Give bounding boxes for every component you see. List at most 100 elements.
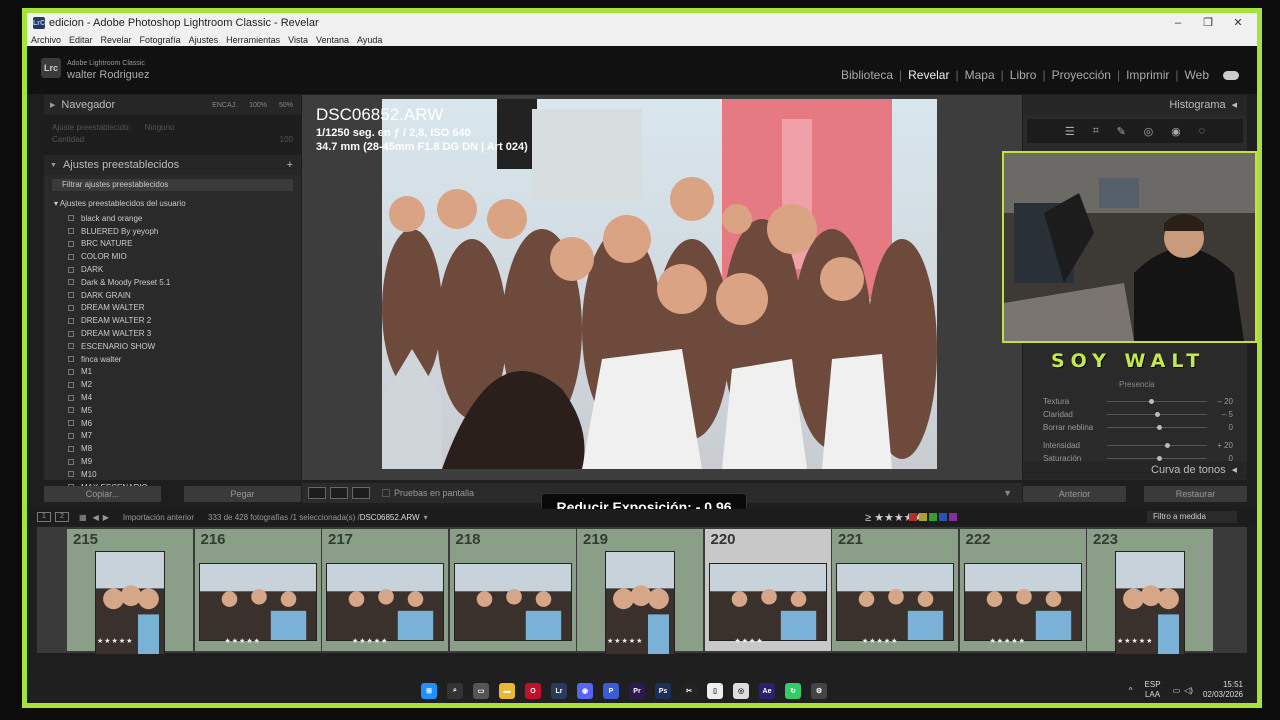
redeye-icon[interactable]: ◎ <box>1144 125 1154 138</box>
source-label[interactable]: Importación anterior <box>123 513 194 522</box>
preset-filter-input[interactable]: Filtrar ajustes preestablecidos <box>52 179 293 191</box>
current-file-label[interactable]: DSC06852.ARW <box>360 513 420 522</box>
filmstrip-cell[interactable]: 223 ★★★★★ <box>1087 529 1213 655</box>
previous-button[interactable]: Anterior <box>1023 486 1126 502</box>
slider-knob[interactable] <box>1155 411 1160 417</box>
preset-item[interactable]: M10 <box>44 468 301 481</box>
app-icon[interactable]: ↻ <box>785 683 801 699</box>
menu-revelar[interactable]: Revelar <box>101 35 132 45</box>
chrome-icon[interactable]: ◎ <box>733 683 749 699</box>
main-photo[interactable] <box>382 99 937 469</box>
menu-fotografia[interactable]: Fotografía <box>140 35 181 45</box>
menu-ventana[interactable]: Ventana <box>316 35 349 45</box>
zoom-100[interactable]: 100% <box>249 102 267 109</box>
tone-curve-header[interactable]: Curva de tonos ◀ <box>1023 461 1247 479</box>
photoshop-icon[interactable]: Ps <box>655 683 671 699</box>
discord-icon[interactable]: ◉ <box>577 683 593 699</box>
filmstrip-cell[interactable]: 222 ★★★★★ <box>959 529 1086 651</box>
search-icon[interactable]: ⌕ <box>447 683 463 699</box>
thumbnail[interactable] <box>836 563 954 641</box>
back-arrow-icon[interactable]: ◀ <box>93 513 99 522</box>
preset-item[interactable]: M8 <box>44 442 301 455</box>
preset-item[interactable]: DARK GRAIN <box>44 289 301 302</box>
slider-row[interactable]: Claridad – 5 <box>1043 408 1233 420</box>
add-preset-button[interactable]: + <box>287 159 293 171</box>
slider-knob[interactable] <box>1157 455 1162 461</box>
slider-track[interactable] <box>1107 442 1207 448</box>
filmstrip-cell[interactable]: 218 <box>449 529 576 651</box>
color-swatch[interactable] <box>919 513 927 521</box>
menu-vista[interactable]: Vista <box>288 35 308 45</box>
module-libro[interactable]: Libro <box>1004 68 1043 82</box>
module-proyeccion[interactable]: Proyección <box>1046 68 1117 82</box>
filmstrip-cell[interactable]: 215 ★★★★★ <box>67 529 193 655</box>
compare-icon[interactable] <box>352 487 370 499</box>
close-button[interactable]: ✕ <box>1223 13 1253 33</box>
filmstrip-cell[interactable]: 219 ★★★★★ <box>577 529 703 655</box>
preset-item[interactable]: finca walter <box>44 353 301 366</box>
remove-icon[interactable]: ◌ <box>1199 125 1206 137</box>
preset-group-user[interactable]: ▾ Ajustes preestablecidos del usuario <box>44 195 301 212</box>
soft-proof-checkbox[interactable] <box>382 489 390 497</box>
premiere-icon[interactable]: Pr <box>629 683 645 699</box>
filmstrip-cell[interactable]: 221 ★★★★★ <box>832 529 958 651</box>
preset-item[interactable]: M2 <box>44 378 301 391</box>
edit-sliders-icon[interactable]: ☰ <box>1065 125 1075 138</box>
filmstrip-cell[interactable]: 220 ★★★★ <box>704 529 831 651</box>
thumbnail[interactable] <box>708 563 827 641</box>
menu-archivo[interactable]: Archivo <box>31 35 61 45</box>
opera-icon[interactable]: O <box>525 683 541 699</box>
capcut-icon[interactable]: ✂ <box>681 683 697 699</box>
paste-button[interactable]: Pegar <box>184 486 301 502</box>
module-mapa[interactable]: Mapa <box>959 68 1001 82</box>
preset-item[interactable]: ESCENARIO SHOW <box>44 340 301 353</box>
menu-herramientas[interactable]: Herramientas <box>226 35 280 45</box>
color-swatch[interactable] <box>949 513 957 521</box>
slider-track[interactable] <box>1107 455 1207 461</box>
cloud-icon[interactable] <box>1223 70 1239 80</box>
grid-icon[interactable]: ▦ <box>79 513 87 522</box>
ps-icon[interactable]: P <box>603 683 619 699</box>
slider-value[interactable]: 0 <box>1213 423 1233 432</box>
aftereffects-icon[interactable]: Ae <box>759 683 775 699</box>
network-icon[interactable]: ▭ <box>1173 686 1181 695</box>
navigator-header[interactable]: ▶ Navegador ENCAJ. 100% 50% <box>44 95 301 115</box>
explorer-icon[interactable]: ▬ <box>499 683 515 699</box>
menu-ayuda[interactable]: Ayuda <box>357 35 382 45</box>
slider-knob[interactable] <box>1157 424 1162 430</box>
color-label-filter[interactable] <box>907 513 957 521</box>
slider-track[interactable] <box>1107 398 1207 404</box>
slider-row[interactable]: Borrar neblina 0 <box>1043 421 1233 433</box>
zoom-50[interactable]: 50% <box>279 102 293 109</box>
preset-item[interactable]: BRC NATURE <box>44 238 301 251</box>
preset-item[interactable]: M9 <box>44 455 301 468</box>
lightroom-icon[interactable]: Lr <box>551 683 567 699</box>
slider-row[interactable]: Textura – 20 <box>1043 395 1233 407</box>
forward-arrow-icon[interactable]: ▶ <box>103 513 109 522</box>
filmstrip-cell[interactable]: 216 ★★★★★ <box>194 529 321 651</box>
histogram-header[interactable]: Histograma ◀ <box>1023 95 1247 115</box>
slider-knob[interactable] <box>1149 398 1154 404</box>
module-biblioteca[interactable]: Biblioteca <box>835 68 899 82</box>
menu-ajustes[interactable]: Ajustes <box>189 35 219 45</box>
filter-dropdown[interactable]: Filtro a medida <box>1147 511 1237 523</box>
preset-item[interactable]: DREAM WALTER 2 <box>44 314 301 327</box>
page-1-button[interactable]: 1 <box>37 512 51 522</box>
slider-value[interactable]: – 5 <box>1213 410 1233 419</box>
thumbnail[interactable] <box>453 563 572 641</box>
chevron-up-icon[interactable]: ^ <box>1129 686 1133 695</box>
dropdown-icon[interactable]: ▾ <box>424 513 428 522</box>
module-web[interactable]: Web <box>1179 68 1215 82</box>
notepad-icon[interactable]: ▯ <box>707 683 723 699</box>
filmstrip-cell[interactable]: 217 ★★★★★ <box>322 529 448 651</box>
preset-item[interactable]: M4 <box>44 391 301 404</box>
settings-icon[interactable]: ⚙ <box>811 683 827 699</box>
thumbnail[interactable] <box>326 563 444 641</box>
preset-item[interactable]: M6 <box>44 417 301 430</box>
masking-icon[interactable]: ◉ <box>1171 125 1181 138</box>
presets-header[interactable]: ▼ Ajustes preestablecidos + <box>44 155 301 175</box>
thumbnail[interactable] <box>198 563 317 641</box>
module-revelar[interactable]: Revelar <box>902 68 955 82</box>
before-after-icon[interactable] <box>330 487 348 499</box>
page-2-button[interactable]: 2 <box>55 512 69 522</box>
